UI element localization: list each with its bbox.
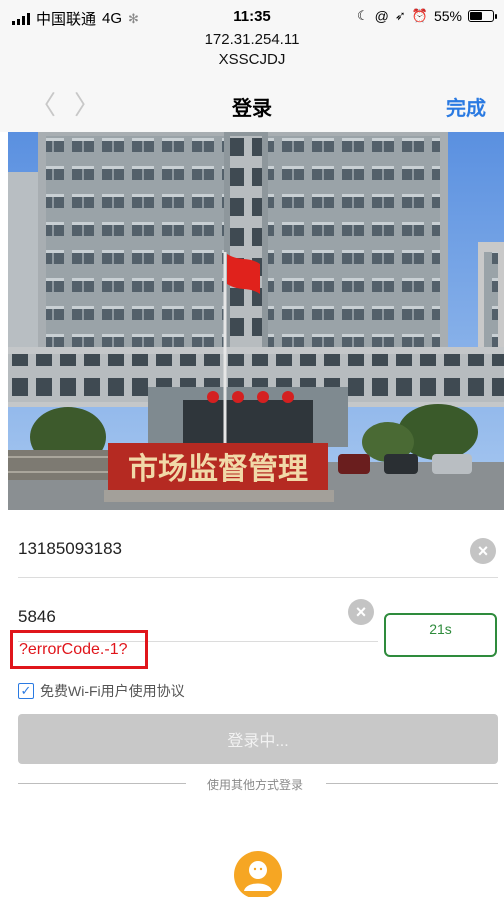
phone-row: × xyxy=(18,520,498,578)
error-message: ?errorCode.-1? xyxy=(10,630,148,669)
hero-image: 市场监督管理 xyxy=(8,132,504,510)
clear-code-icon[interactable]: × xyxy=(348,599,374,625)
page-title: 登录 xyxy=(232,98,272,120)
resend-countdown-button[interactable]: 21s xyxy=(384,613,497,657)
user-avatar-icon[interactable] xyxy=(234,851,282,897)
divider-left xyxy=(18,783,186,784)
location-arrow-icon: ➶ xyxy=(394,8,406,23)
avatar-glyph xyxy=(244,861,272,891)
other-login-label: 使用其他方式登录 xyxy=(206,778,303,792)
building-photo: 市场监督管理 xyxy=(8,132,504,510)
sign-text: 市场监督管理 xyxy=(128,452,308,487)
verification-code-input[interactable] xyxy=(18,600,338,634)
battery-fill xyxy=(470,12,483,20)
divider-right xyxy=(326,783,498,784)
clear-phone-icon[interactable]: × xyxy=(470,538,496,564)
agreement-checkbox[interactable]: ✓ xyxy=(18,683,34,699)
url-block: 172.31.254.11 XSSCJDJ xyxy=(0,30,504,80)
nav-bar: 〈 〉 登录 完成 xyxy=(0,80,504,132)
url-host: 172.31.254.11 xyxy=(204,31,300,48)
battery-percent: 55% xyxy=(433,8,462,24)
agreement-label[interactable]: 免费Wi-Fi用户使用协议 xyxy=(40,681,185,701)
at-icon: @ xyxy=(374,8,389,24)
status-right: ☾ @ ➶ ⏰ 55% xyxy=(357,8,497,24)
login-button[interactable]: 登录中... xyxy=(18,714,498,764)
clock-icon: ⏰ xyxy=(411,8,428,23)
url-path: XSSCJDJ xyxy=(218,51,286,68)
alarm-icon: ☾ xyxy=(357,8,369,23)
phone-input[interactable] xyxy=(18,532,438,566)
done-button[interactable]: 完成 xyxy=(446,92,486,121)
battery-icon xyxy=(468,10,497,22)
agreement-row[interactable]: ✓ 免费Wi-Fi用户使用协议 xyxy=(18,680,185,702)
